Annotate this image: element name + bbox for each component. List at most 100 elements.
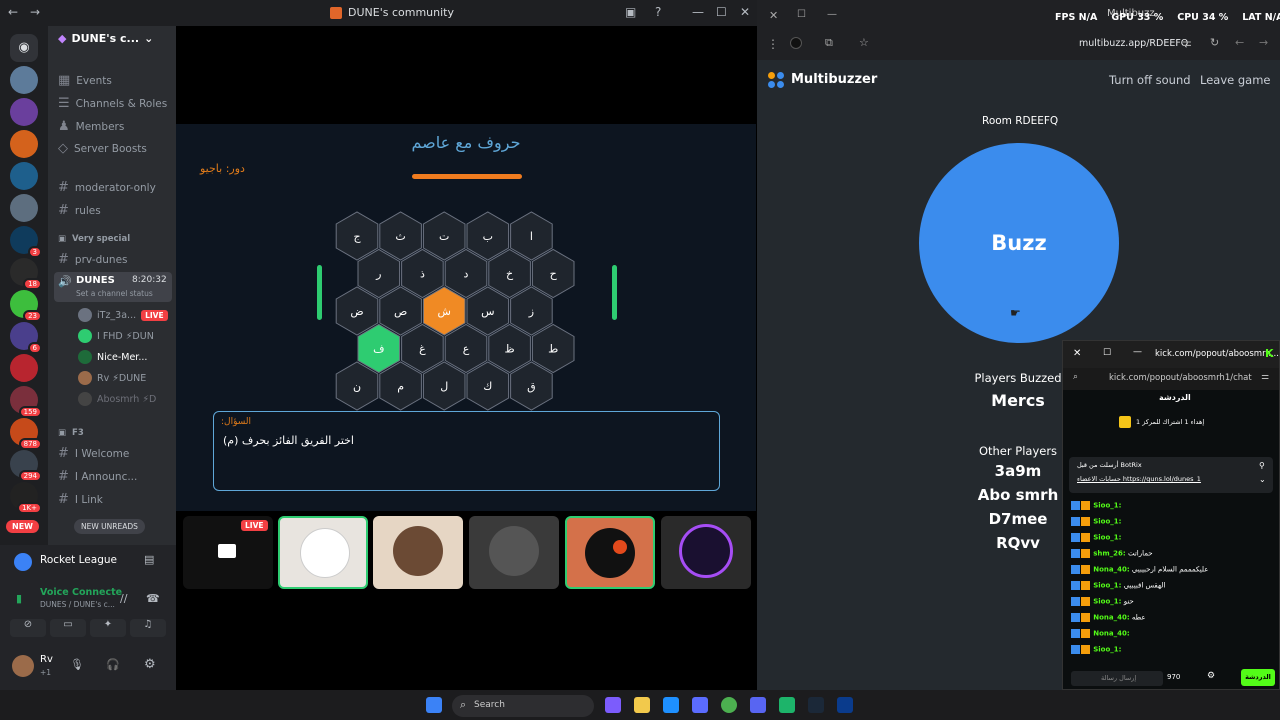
participant-tile[interactable] [373, 516, 463, 589]
back-icon[interactable]: ← [8, 5, 18, 19]
screen-share-button[interactable]: ▭ [50, 619, 86, 637]
participant-tile[interactable] [565, 516, 655, 589]
participant-tile[interactable] [469, 516, 559, 589]
inbox-icon[interactable]: ▣ [625, 5, 636, 19]
voice-channel-dunes[interactable]: 🔊 DUNES 8:20:32 Set a channel status [54, 272, 172, 302]
voice-user[interactable]: I FHD ⚡DUN [78, 329, 154, 343]
channel-link[interactable]: # I Link [58, 492, 103, 507]
voice-user[interactable]: Rv ⚡DUNE [78, 371, 146, 385]
file-explorer-icon[interactable] [634, 697, 650, 713]
server-icon[interactable]: 23 [10, 290, 42, 322]
server-icon[interactable] [10, 194, 38, 222]
chat-message[interactable]: Sioo_1: [1071, 645, 1121, 654]
letter-hex-cell[interactable]: ب [466, 211, 510, 261]
maximize-button[interactable]: ☐ [716, 5, 727, 19]
taskbar-search[interactable]: ⌕ Search [452, 695, 594, 717]
letter-hex-cell[interactable]: ت [422, 211, 466, 261]
edge-icon[interactable] [663, 697, 679, 713]
discord-home-icon[interactable]: ◉ [10, 34, 38, 62]
chat-message[interactable]: Sioo_1: [1071, 533, 1121, 542]
chat-message[interactable]: Sioo_1: [1071, 517, 1121, 526]
chat-username[interactable]: Sioo_1: [1093, 598, 1121, 606]
chrome-icon[interactable] [721, 697, 737, 713]
letter-hex-cell[interactable]: ض [335, 286, 379, 336]
channel-prv-dunes[interactable]: # prv-dunes [58, 252, 128, 267]
chat-username[interactable]: shm_26: [1093, 550, 1125, 558]
server-icon[interactable]: 6 [10, 322, 42, 354]
channel-moderator-only[interactable]: # moderator-only [58, 180, 156, 195]
letter-hex-cell[interactable]: ظ [488, 323, 531, 374]
letter-hex-cell[interactable]: س [466, 286, 510, 336]
tune-icon[interactable]: ⚌ [1182, 36, 1192, 49]
mic-icon[interactable]: 🎙 [70, 658, 84, 671]
chat-username[interactable]: Sioo_1: [1093, 518, 1121, 526]
letter-hex-cell[interactable]: ع [444, 323, 488, 374]
chat-message[interactable]: Sioo_1: حنو [1071, 597, 1134, 606]
channel-welcome[interactable]: # I Welcome [58, 446, 129, 461]
server-icon[interactable]: 1K+ [10, 482, 42, 514]
letter-hex-cell[interactable]: ا [510, 211, 553, 261]
participant-tile[interactable] [278, 516, 368, 589]
letter-hex-cell[interactable]: ش [422, 286, 466, 336]
close-icon[interactable]: ✕ [1073, 348, 1081, 359]
letter-hex-cell[interactable]: ل [422, 361, 466, 411]
send-chat-button[interactable]: الدردشة [1241, 669, 1275, 686]
maximize-icon[interactable]: ☐ [797, 9, 806, 20]
letter-hex-cell[interactable]: ف [357, 323, 401, 374]
letter-hex-cell[interactable]: د [444, 248, 488, 299]
disconnect-icon[interactable]: ☎ [146, 592, 160, 605]
channel-rules[interactable]: # rules [58, 203, 101, 218]
chat-input[interactable]: إرسال رسالة [1071, 671, 1163, 686]
voice-user[interactable]: Nice-Mer... [78, 350, 147, 364]
channel-status[interactable]: Set a channel status [76, 289, 153, 298]
new-unreads-button[interactable]: NEW UNREADS [74, 519, 145, 534]
tune-icon[interactable]: ⚌ [1261, 372, 1269, 382]
activities-button[interactable]: ✦ [90, 619, 126, 637]
back-icon[interactable]: ← [1235, 36, 1244, 49]
chat-username[interactable]: Nona_40: [1093, 566, 1129, 574]
close-icon[interactable]: ✕ [769, 9, 778, 22]
menu-members[interactable]: ♟ Members [58, 119, 124, 134]
settings-gear-icon[interactable]: ⚙ [1207, 671, 1215, 681]
extension-icon[interactable]: ⧉ [825, 36, 833, 50]
headset-icon[interactable]: 🎧 [106, 658, 120, 671]
server-icon[interactable]: 18 [10, 258, 42, 290]
letter-hex-cell[interactable]: ك [466, 361, 510, 411]
chat-message[interactable]: Nona_40: [1071, 629, 1130, 638]
copilot-icon[interactable] [605, 697, 621, 713]
maximize-icon[interactable]: ☐ [1103, 348, 1111, 358]
camera-button[interactable]: ⊘ [10, 619, 46, 637]
menu-events[interactable]: ▦ Events [58, 73, 112, 88]
minimize-icon[interactable]: — [1133, 347, 1142, 357]
close-button[interactable]: ✕ [740, 5, 750, 19]
menu-dots-icon[interactable]: ⋮ [767, 37, 779, 51]
activity-icon[interactable]: ▤ [144, 553, 154, 566]
letter-hex-cell[interactable]: ص [379, 286, 422, 336]
turn-off-sound-button[interactable]: Turn off sound [1109, 73, 1191, 87]
bookmark-star-icon[interactable]: ☆ [859, 36, 869, 49]
voice-user[interactable]: Abosmrh ⚡D [78, 392, 156, 406]
bot-link[interactable]: حسابات الاعضاء https://guns.lol/dunes_1 [1077, 475, 1201, 483]
server-icon[interactable]: 3 [10, 226, 42, 258]
stream-tile[interactable]: LIVE [183, 516, 273, 589]
app-icon[interactable] [779, 697, 795, 713]
chat-username[interactable]: Sioo_1: [1093, 582, 1121, 590]
letter-hex-cell[interactable]: ح [531, 248, 575, 299]
record-icon[interactable] [790, 37, 802, 49]
server-icon[interactable] [10, 98, 38, 126]
minimize-icon[interactable]: — [827, 9, 837, 20]
settings-gear-icon[interactable]: ⚙ [144, 657, 156, 672]
server-header[interactable]: ◆ DUNE's c... ⌄ [58, 32, 153, 45]
menu-server-boosts[interactable]: ◇ Server Boosts [58, 141, 147, 156]
pinned-bot-message[interactable]: أرسلت من قبل BotRix حسابات الاعضاء https… [1069, 457, 1273, 493]
forward-icon[interactable]: → [30, 5, 40, 19]
chevron-down-icon[interactable]: ⌄ [1259, 475, 1266, 484]
store-icon[interactable] [692, 697, 708, 713]
chat-username[interactable]: Nona_40: [1093, 630, 1129, 638]
server-icon[interactable]: 159 [10, 386, 42, 418]
address-bar[interactable]: multibuzz.app/RDEEFQ [1079, 38, 1188, 49]
letter-hex-cell[interactable]: ط [531, 323, 575, 374]
server-icon[interactable]: 878 [10, 418, 42, 450]
minimize-button[interactable]: — [692, 5, 704, 19]
chat-username[interactable]: Sioo_1: [1093, 502, 1121, 510]
